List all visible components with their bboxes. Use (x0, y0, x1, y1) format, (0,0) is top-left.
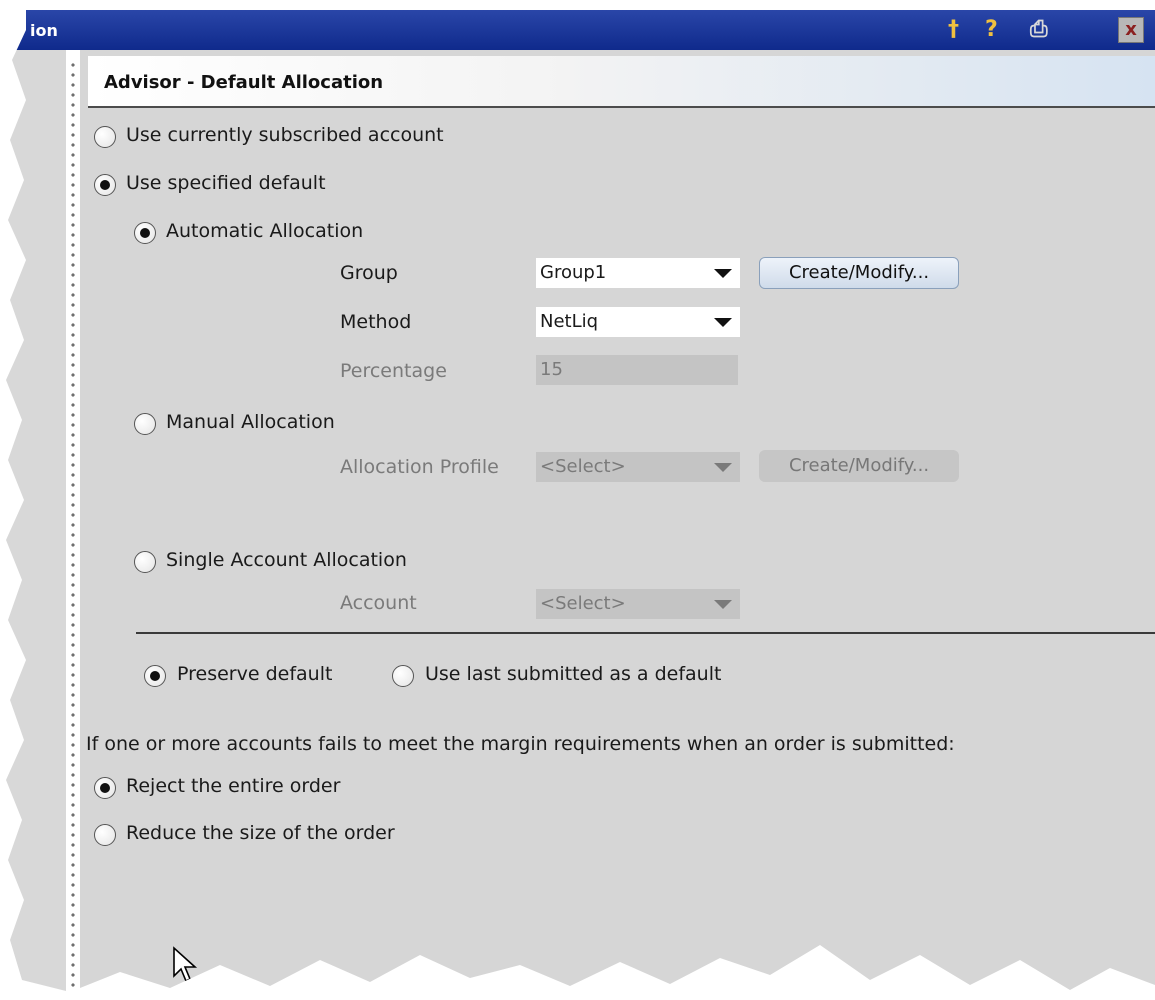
label-group: Group (340, 262, 398, 284)
chevron-down-icon (714, 318, 732, 327)
radio-reduce-order-size[interactable] (94, 824, 116, 846)
method-value: NetLiq (540, 311, 599, 332)
pin-icon[interactable]: † (948, 18, 959, 42)
radio-preserve-default[interactable] (144, 665, 166, 687)
label-reduce-order-size: Reduce the size of the order (126, 822, 395, 844)
radio-reject-entire-order[interactable] (94, 777, 116, 799)
group-dropdown[interactable]: Group1 (536, 258, 740, 288)
margin-question: If one or more accounts fails to meet th… (86, 733, 955, 755)
left-gutter (6, 50, 66, 992)
group-create-modify-button[interactable]: Create/Modify... (759, 257, 959, 289)
close-icon[interactable]: x (1118, 17, 1144, 43)
panel-header: Advisor - Default Allocation (88, 56, 1155, 108)
group-value: Group1 (540, 262, 607, 283)
radio-single-account-allocation[interactable] (134, 551, 156, 573)
print-icon[interactable]: ⎙ (1030, 18, 1048, 42)
label-reject-entire-order: Reject the entire order (126, 775, 341, 797)
account-dropdown[interactable]: <Select> (536, 589, 740, 619)
help-icon[interactable]: ? (985, 18, 998, 42)
method-dropdown[interactable]: NetLiq (536, 307, 740, 337)
radio-use-last-submitted[interactable] (392, 665, 414, 687)
label-method: Method (340, 311, 412, 333)
profile-create-modify-button[interactable]: Create/Modify... (759, 450, 959, 482)
title-bar: ion † ? ⎙ x (6, 10, 1155, 50)
window: ion † ? ⎙ x Advisor - Default Allocation… (6, 0, 1155, 992)
label-use-last-submitted: Use last submitted as a default (425, 663, 722, 685)
label-account: Account (340, 592, 417, 614)
mouse-cursor-icon (173, 946, 198, 983)
window-title: ion (30, 21, 58, 40)
chevron-down-icon (714, 600, 732, 609)
chevron-down-icon (714, 269, 732, 278)
radio-manual-allocation[interactable] (134, 413, 156, 435)
label-automatic-allocation: Automatic Allocation (166, 220, 364, 242)
allocation-profile-value: <Select> (540, 456, 626, 477)
label-allocation-profile: Allocation Profile (340, 456, 499, 478)
label-single-account-allocation: Single Account Allocation (166, 549, 407, 571)
label-preserve-default: Preserve default (177, 663, 333, 685)
panel-title: Advisor - Default Allocation (104, 72, 384, 93)
label-use-specified-default: Use specified default (126, 172, 326, 194)
radio-automatic-allocation[interactable] (134, 222, 156, 244)
percentage-field[interactable]: 15 (536, 355, 738, 385)
radio-use-subscribed-account[interactable] (94, 126, 116, 148)
radio-use-specified-default[interactable] (94, 174, 116, 196)
allocation-profile-dropdown[interactable]: <Select> (536, 452, 740, 482)
label-manual-allocation: Manual Allocation (166, 411, 335, 433)
divider (136, 632, 1155, 634)
chevron-down-icon (714, 463, 732, 472)
label-percentage: Percentage (340, 360, 447, 382)
account-value: <Select> (540, 593, 626, 614)
splitter-handle[interactable] (70, 60, 76, 992)
label-use-subscribed-account: Use currently subscribed account (126, 124, 444, 146)
